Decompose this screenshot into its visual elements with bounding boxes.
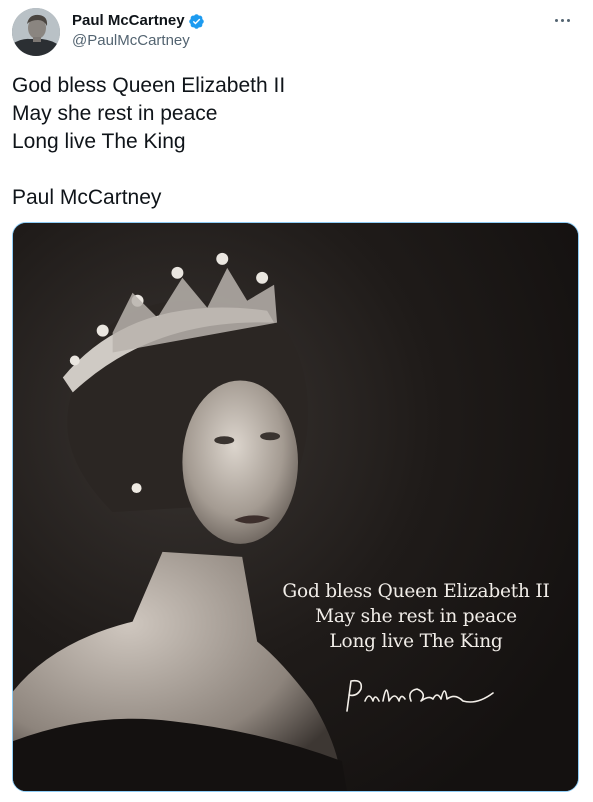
image-caption-line: God bless Queen Elizabeth II: [282, 581, 550, 602]
more-options-dot: [566, 18, 570, 22]
signature-graphic: [346, 679, 494, 712]
tweet-text: God bless Queen Elizabeth II May she res…: [12, 72, 581, 212]
avatar[interactable]: [12, 8, 60, 56]
author-handle[interactable]: @PaulMcCartney: [72, 31, 205, 51]
tweet: Paul McCartney @PaulMcCartney God bless …: [0, 0, 593, 802]
avatar-portrait-icon: [12, 8, 60, 56]
tweet-text-line: God bless Queen Elizabeth II: [12, 74, 286, 97]
tweet-text-line: Long live The King: [12, 130, 186, 153]
image-caption-line: May she rest in peace: [315, 606, 517, 627]
more-options-button[interactable]: [549, 10, 575, 30]
tweet-signoff: Paul McCartney: [12, 186, 162, 209]
image-caption-line: Long live The King: [329, 631, 503, 652]
tweet-header: Paul McCartney @PaulMcCartney: [12, 8, 581, 60]
tweet-text-line: May she rest in peace: [12, 102, 218, 125]
more-options-icon: [554, 18, 558, 22]
handwritten-signature: [337, 671, 497, 726]
display-name-row[interactable]: Paul McCartney: [72, 11, 205, 31]
more-options-dot: [560, 18, 564, 22]
author-block: Paul McCartney @PaulMcCartney: [72, 11, 205, 51]
verified-badge-icon: [188, 13, 205, 30]
author-display-name[interactable]: Paul McCartney: [72, 11, 185, 31]
image-caption: God bless Queen Elizabeth II May she res…: [281, 579, 551, 654]
tweet-media-image[interactable]: God bless Queen Elizabeth II May she res…: [12, 222, 579, 792]
